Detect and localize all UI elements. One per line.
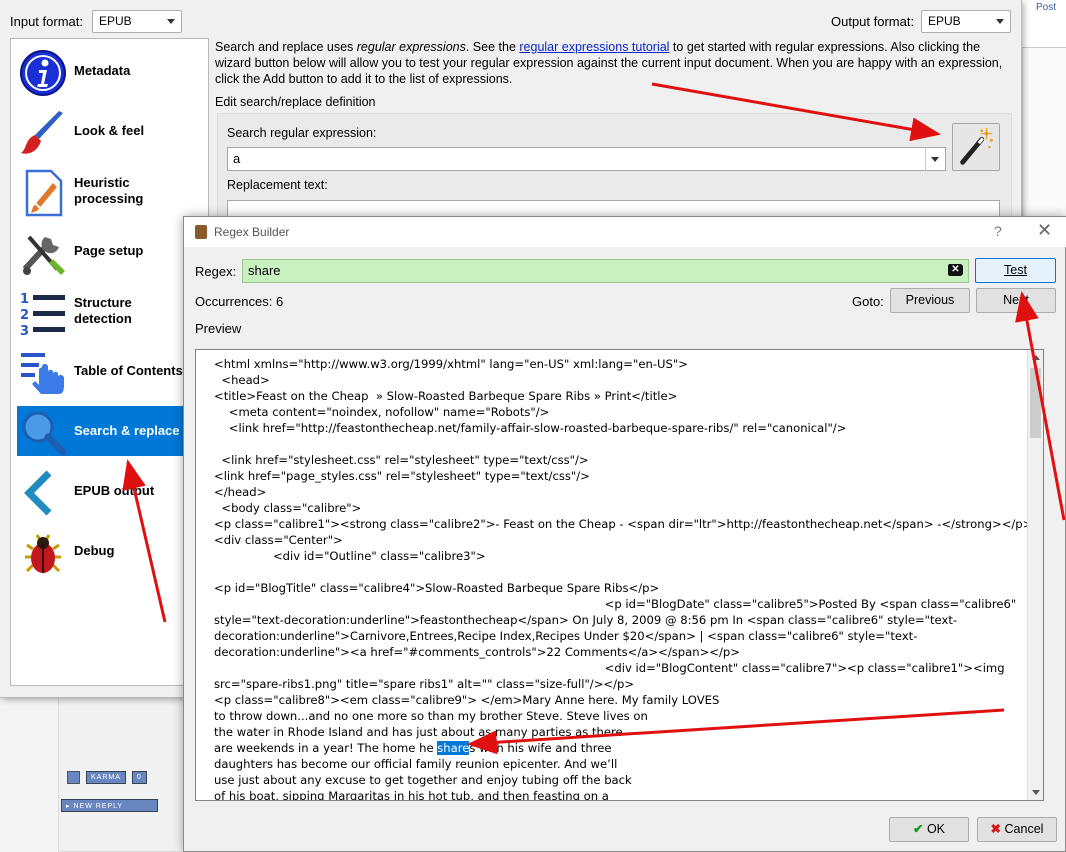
sidebar-item-look-feel[interactable]: Look & feel: [17, 106, 184, 156]
preview-text-before: <html xmlns="http://www.w3.org/1999/xhtm…: [214, 357, 1033, 755]
magic-wand-icon: [960, 127, 993, 165]
document-icon: [25, 169, 63, 217]
dialog-titlebar: Regex Builder ? ✕: [184, 217, 1066, 247]
occurrences-label: Occurrences:: [195, 294, 273, 309]
sidebar-item-search-replace[interactable]: Search & replace: [17, 406, 184, 456]
sidebar-item-metadata[interactable]: Metadata: [17, 46, 184, 96]
sidebar-item-label: Look & feel: [74, 123, 145, 138]
cancel-button-label: Cancel: [1004, 822, 1044, 836]
occurrences-value: 6: [275, 294, 284, 309]
goto-label: Goto:: [852, 294, 884, 309]
search-regex-dropdown[interactable]: [925, 148, 945, 170]
preview-text: <html xmlns="http://www.w3.org/1999/xhtm…: [214, 356, 1033, 800]
sidebar-item-label: Page setup: [74, 243, 144, 258]
app-icon: [195, 225, 207, 239]
sidebar-item-label: EPUB output: [74, 483, 155, 498]
next-button-label: Next: [1003, 293, 1029, 307]
sidebar-item-table-of-contents[interactable]: Table of Contents: [17, 346, 184, 396]
input-format-label: Input format:: [10, 14, 83, 29]
magnifier-icon: [22, 411, 67, 456]
output-format-select[interactable]: EPUB: [921, 10, 1011, 33]
preview-pane[interactable]: <html xmlns="http://www.w3.org/1999/xhtm…: [195, 349, 1044, 801]
sidebar-item-label: Metadata: [74, 63, 131, 78]
search-regex-value: a: [233, 151, 241, 166]
karma-square-icon: [67, 771, 80, 784]
help-text-part: . See the: [465, 40, 520, 54]
info-icon: [20, 50, 66, 96]
svg-text:1: 1: [20, 292, 29, 307]
occurrences: Occurrences: 6: [195, 294, 283, 309]
close-icon[interactable]: ✕: [1037, 220, 1052, 241]
test-button-label: Test: [1004, 263, 1027, 277]
regex-wizard-button[interactable]: [952, 123, 1000, 171]
scroll-down-icon[interactable]: [1032, 790, 1040, 795]
sidebar-item-label: Search & replace: [74, 423, 180, 438]
tools-icon: [22, 235, 65, 275]
ok-button[interactable]: ✔ OK: [889, 817, 969, 842]
test-button[interactable]: Test: [975, 258, 1056, 283]
help-button[interactable]: ?: [994, 223, 1002, 239]
toc-icon: [21, 353, 64, 394]
input-format-value: EPUB: [99, 14, 132, 28]
karma-count: 0: [131, 771, 147, 784]
cross-icon: ✖: [990, 822, 1002, 836]
sidebar-item-epub-output[interactable]: EPUB output: [17, 466, 184, 516]
svg-text:2: 2: [20, 308, 29, 323]
sidebar-item-structure-detection[interactable]: 123 Structure detection: [17, 286, 184, 337]
regex-tutorial-link[interactable]: regular expressions tutorial: [519, 40, 669, 54]
search-replace-help-text: Search and replace uses regular expressi…: [215, 39, 1015, 87]
bug-icon: [25, 534, 61, 573]
regex-builder-dialog: Regex Builder ? ✕ Regex: share ✕ Test Oc…: [183, 216, 1066, 852]
help-text-part: Search and replace uses: [215, 40, 357, 54]
search-regex-input[interactable]: a: [227, 147, 946, 171]
input-format-select[interactable]: EPUB: [92, 10, 182, 33]
brush-icon: [21, 111, 63, 154]
karma-label[interactable]: KARMA: [86, 771, 126, 784]
regex-value: share: [248, 263, 281, 278]
scroll-up-icon[interactable]: [1032, 355, 1040, 360]
output-format-value: EPUB: [928, 14, 961, 28]
background-forum-panel: KARMA 0 ▸ NEW REPLY: [58, 690, 188, 852]
sidebar-item-label: Table of Contents: [74, 363, 183, 378]
chevron-down-icon: [931, 157, 939, 162]
clear-icon[interactable]: ✕: [948, 264, 963, 276]
chevron-left-icon: [24, 470, 52, 516]
check-icon: ✔: [912, 822, 924, 836]
ok-button-label: OK: [926, 822, 946, 836]
preview-match-highlight: share: [437, 741, 470, 755]
cancel-button[interactable]: ✖ Cancel: [977, 817, 1057, 842]
sidebar-item-label: Structure detection: [74, 295, 132, 326]
next-button[interactable]: Next: [976, 288, 1056, 313]
karma-bar: KARMA 0: [67, 771, 153, 784]
replacement-label: Replacement text:: [227, 178, 328, 192]
chevron-down-icon: [996, 19, 1004, 24]
new-reply-button[interactable]: ▸ NEW REPLY: [61, 799, 158, 812]
sidebar-item-label: Debug: [74, 543, 115, 558]
sidebar-item-heuristic-processing[interactable]: Heuristic processing: [17, 166, 184, 217]
sidebar-item-debug[interactable]: Debug: [17, 526, 184, 576]
previous-button[interactable]: Previous: [890, 288, 970, 313]
previous-button-label: Previous: [905, 293, 955, 307]
list-numbers-icon: 123: [20, 292, 65, 337]
chevron-down-icon: [167, 19, 175, 24]
svg-text:3: 3: [20, 324, 29, 337]
regex-label: Regex:: [195, 264, 237, 279]
search-regex-label: Search regular expression:: [227, 126, 377, 140]
background-post-link[interactable]: Post: [1022, 0, 1066, 48]
dialog-title: Regex Builder: [214, 225, 290, 239]
sidebar-item-label: Heuristic processing: [74, 175, 144, 206]
scroll-thumb[interactable]: [1030, 368, 1041, 438]
output-format-label: Output format:: [831, 14, 915, 29]
preview-label: Preview: [195, 321, 242, 336]
preview-scrollbar[interactable]: [1027, 350, 1043, 800]
regex-input[interactable]: share: [242, 259, 969, 283]
help-text-emphasis: regular expressions: [356, 40, 466, 54]
sidebar-item-page-setup[interactable]: Page setup: [17, 226, 184, 276]
sidebar: Metadata Look & feel Heuristic processin…: [10, 38, 209, 686]
edit-definition-title: Edit search/replace definition: [215, 95, 376, 109]
new-reply-label: NEW REPLY: [73, 803, 124, 810]
